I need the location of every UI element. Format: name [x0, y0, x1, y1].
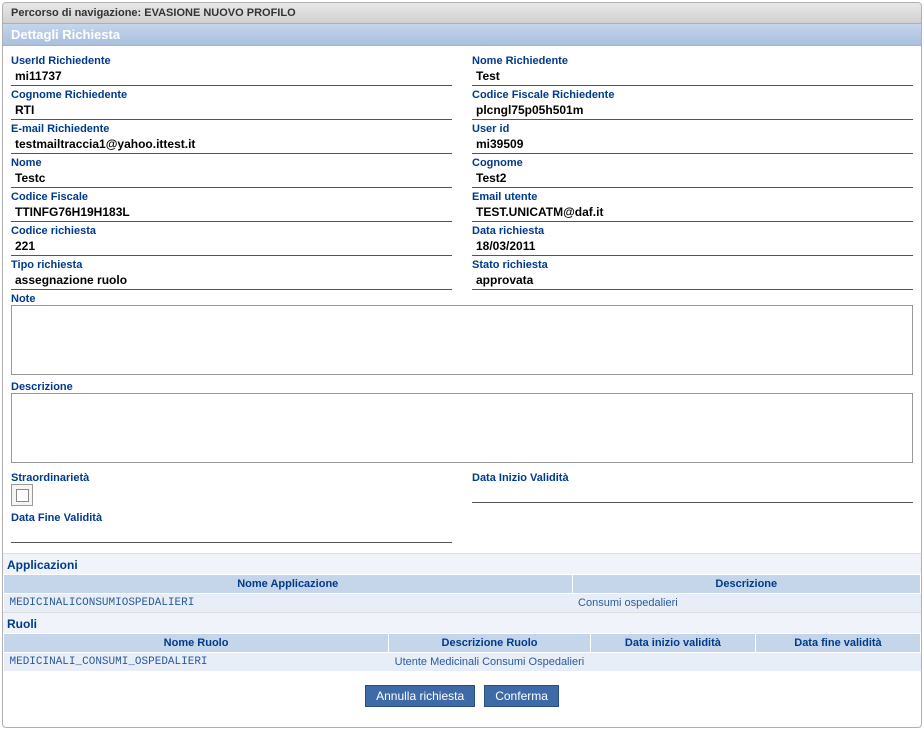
nome-richiedente-field[interactable] — [472, 67, 913, 86]
descrizione-textarea[interactable] — [11, 393, 913, 463]
cell-nome-ruolo: MEDICINALI_CONSUMI_OSPEDALIERI — [4, 653, 389, 672]
userid-richiedente-field[interactable] — [11, 67, 452, 86]
table-row[interactable]: MEDICINALICONSUMIOSPEDALIERI Consumi osp… — [4, 594, 921, 613]
form-area: UserId Richiedente Nome Richiedente Cogn… — [3, 46, 921, 553]
annulla-richiesta-button[interactable]: Annulla richiesta — [365, 685, 475, 707]
straordinarieta-label: Straordinarietà — [11, 472, 452, 484]
note-textarea[interactable] — [11, 305, 913, 375]
cognome-richiedente-field[interactable] — [11, 101, 452, 120]
section-title: Dettagli Richiesta — [3, 24, 921, 46]
conferma-button[interactable]: Conferma — [484, 685, 559, 707]
col-nome-ruolo: Nome Ruolo — [4, 634, 389, 653]
user-id-label: User id — [472, 123, 913, 135]
data-inizio-validita-label: Data Inizio Validità — [472, 472, 913, 484]
email-richiedente-field[interactable] — [11, 135, 452, 154]
col-nome-applicazione: Nome Applicazione — [4, 575, 573, 594]
cell-data-inizio — [590, 653, 755, 672]
codice-fiscale-richiedente-label: Codice Fiscale Richiedente — [472, 89, 913, 101]
userid-richiedente-label: UserId Richiedente — [11, 55, 452, 67]
codice-fiscale-richiedente-field[interactable] — [472, 101, 913, 120]
table-header-row: Nome Ruolo Descrizione Ruolo Data inizio… — [4, 634, 921, 653]
tipo-richiesta-field[interactable] — [11, 271, 452, 290]
cell-data-fine — [755, 653, 920, 672]
ruoli-grid: Nome Ruolo Descrizione Ruolo Data inizio… — [3, 633, 921, 671]
data-richiesta-label: Data richiesta — [472, 225, 913, 237]
email-utente-label: Email utente — [472, 191, 913, 203]
user-id-field[interactable] — [472, 135, 913, 154]
cell-nome-applicazione: MEDICINALICONSUMIOSPEDALIERI — [4, 594, 573, 613]
checkbox-inner — [16, 489, 29, 502]
table-row[interactable]: MEDICINALI_CONSUMI_OSPEDALIERI Utente Me… — [4, 653, 921, 672]
table-header-row: Nome Applicazione Descrizione — [4, 575, 921, 594]
breadcrumb: Percorso di navigazione: EVASIONE NUOVO … — [3, 3, 921, 24]
stato-richiesta-label: Stato richiesta — [472, 259, 913, 271]
stato-richiesta-field[interactable] — [472, 271, 913, 290]
nome-field[interactable] — [11, 169, 452, 188]
descrizione-label: Descrizione — [11, 381, 913, 393]
cognome-richiedente-label: Cognome Richiedente — [11, 89, 452, 101]
tipo-richiesta-label: Tipo richiesta — [11, 259, 452, 271]
cell-descrizione-ruolo: Utente Medicinali Consumi Ospedalieri — [389, 653, 591, 672]
ruoli-title: Ruoli — [3, 612, 921, 633]
data-fine-validita-field[interactable] — [11, 524, 452, 543]
col-descrizione-ruolo: Descrizione Ruolo — [389, 634, 591, 653]
data-fine-validita-label: Data Fine Validità — [11, 512, 452, 524]
data-inizio-validita-field[interactable] — [472, 484, 913, 503]
cell-descrizione-applicazione: Consumi ospedalieri — [572, 594, 920, 613]
email-utente-field[interactable] — [472, 203, 913, 222]
main-panel: Percorso di navigazione: EVASIONE NUOVO … — [2, 2, 922, 728]
applicazioni-title: Applicazioni — [3, 553, 921, 574]
data-richiesta-field[interactable] — [472, 237, 913, 256]
nome-label: Nome — [11, 157, 452, 169]
col-descrizione-applicazione: Descrizione — [572, 575, 920, 594]
straordinarieta-checkbox[interactable] — [11, 484, 33, 506]
col-data-inizio: Data inizio validità — [590, 634, 755, 653]
codice-fiscale-field[interactable] — [11, 203, 452, 222]
applicazioni-grid: Nome Applicazione Descrizione MEDICINALI… — [3, 574, 921, 612]
button-row: Annulla richiesta Conferma — [3, 671, 921, 727]
codice-richiesta-field[interactable] — [11, 237, 452, 256]
nome-richiedente-label: Nome Richiedente — [472, 55, 913, 67]
note-label: Note — [11, 293, 913, 305]
cognome-field[interactable] — [472, 169, 913, 188]
codice-fiscale-label: Codice Fiscale — [11, 191, 452, 203]
codice-richiesta-label: Codice richiesta — [11, 225, 452, 237]
email-richiedente-label: E-mail Richiedente — [11, 123, 452, 135]
cognome-label: Cognome — [472, 157, 913, 169]
col-data-fine: Data fine validità — [755, 634, 920, 653]
